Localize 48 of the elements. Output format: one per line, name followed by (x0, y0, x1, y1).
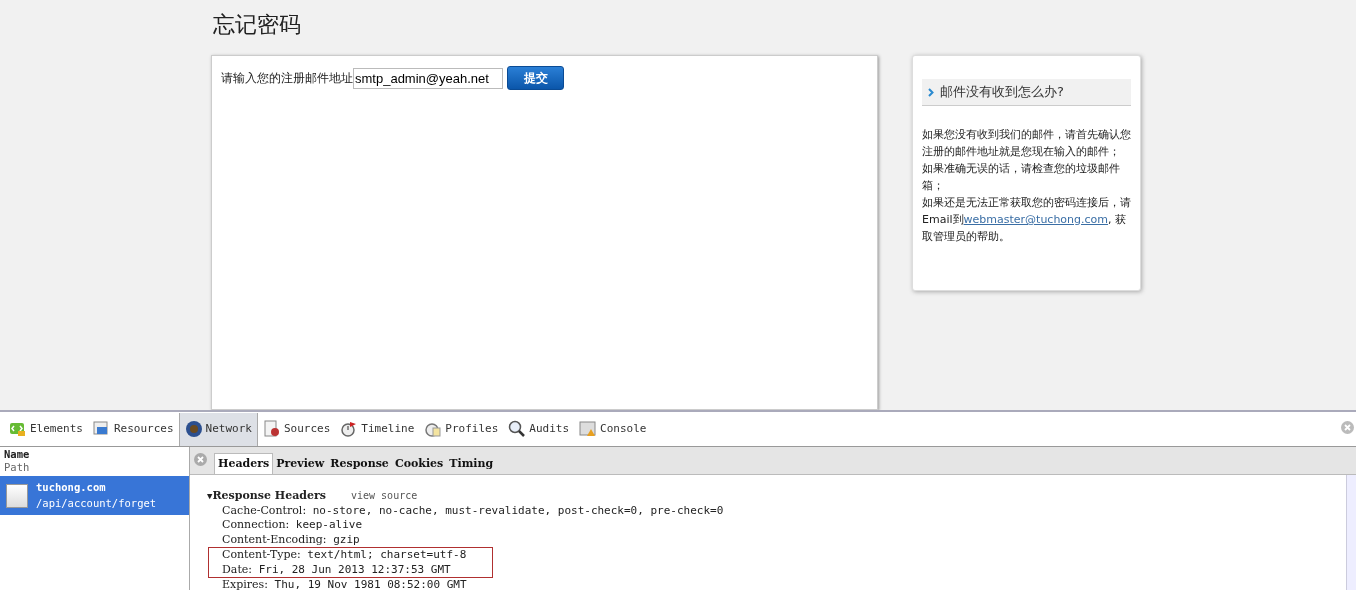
warning-icon (579, 420, 598, 438)
help-text: 如果您没有收到我们的邮件，请首先确认您注册的邮件地址就是您现在输入的邮件； (922, 127, 1131, 160)
clock-icon (424, 420, 443, 438)
section-title: Response Headers (212, 489, 326, 504)
email-label: 请输入您的注册邮件地址 (221, 70, 353, 87)
view-source-link[interactable]: view source (351, 489, 418, 504)
detail-tab[interactable]: Headers (214, 453, 274, 475)
request-row[interactable]: tuchong.com /api/account/forget (0, 476, 189, 515)
devtools-tab[interactable]: Profiles (419, 412, 504, 446)
devtools-tab[interactable]: Network (178, 412, 258, 446)
header-line: Content-Type: text/html; charset=utf-8 (221, 548, 468, 563)
header-line: Connection: keep-alive (221, 518, 364, 533)
devtools-tab[interactable]: Console (574, 412, 652, 446)
close-icon[interactable] (194, 453, 207, 466)
detail-tab[interactable]: Preview (273, 453, 328, 475)
email-link[interactable]: webmaster@tuchong.com (963, 213, 1109, 226)
disclosure-triangle[interactable]: ▼ (207, 489, 213, 504)
header-line: Cache-Control: no-store, no-cache, must-revalidate, post-check=0, pre-check=0 (221, 503, 725, 519)
close-icon[interactable] (1341, 421, 1354, 434)
globe-icon (184, 420, 203, 438)
detail-tab[interactable]: Response (327, 453, 392, 475)
devtools-tab[interactable]: Timeline (335, 412, 420, 446)
page-title: 忘记密码 (213, 11, 302, 39)
request-name: tuchong.com (36, 479, 107, 495)
submit-button[interactable]: 提交 (507, 66, 564, 90)
detail-tab[interactable]: Timing (446, 453, 497, 475)
chevron-icon (928, 87, 934, 97)
column-subheader: Path (4, 461, 31, 474)
code-icon (9, 420, 27, 438)
document-icon (262, 420, 281, 438)
devtools-tab[interactable]: Sources (257, 412, 336, 446)
help-title: 邮件没有收到怎么办? (940, 83, 1064, 102)
request-path: /api/account/forget (36, 495, 157, 511)
header-line: Date: Fri, 28 Jun 2013 12:37:53 GMT (221, 562, 452, 578)
devtools-tab[interactable]: Audits (503, 412, 575, 446)
detail-tab[interactable]: Cookies (391, 453, 447, 475)
magnifier-icon (508, 420, 527, 438)
scrollbar[interactable] (1346, 475, 1356, 590)
devtools-tab[interactable]: Resources (88, 412, 179, 446)
column-header: Name (4, 448, 31, 461)
file-icon (6, 483, 28, 508)
help-text: 如果准确无误的话，请检查您的垃圾邮件箱； (922, 161, 1121, 194)
devtools-tab[interactable]: Elements (4, 412, 88, 446)
header-line: Content-Encoding: gzip (221, 532, 361, 548)
window-icon (93, 420, 111, 438)
header-line: Expires: Thu, 19 Nov 1981 08:52:00 GMT (221, 578, 468, 590)
email-field[interactable]: smtp_admin@yeah.net (353, 67, 503, 89)
help-text: 如果还是无法正常获取您的密码连接后，请Email到webmaster@tuchong.com, 获取管理员的帮助。 (922, 195, 1131, 245)
